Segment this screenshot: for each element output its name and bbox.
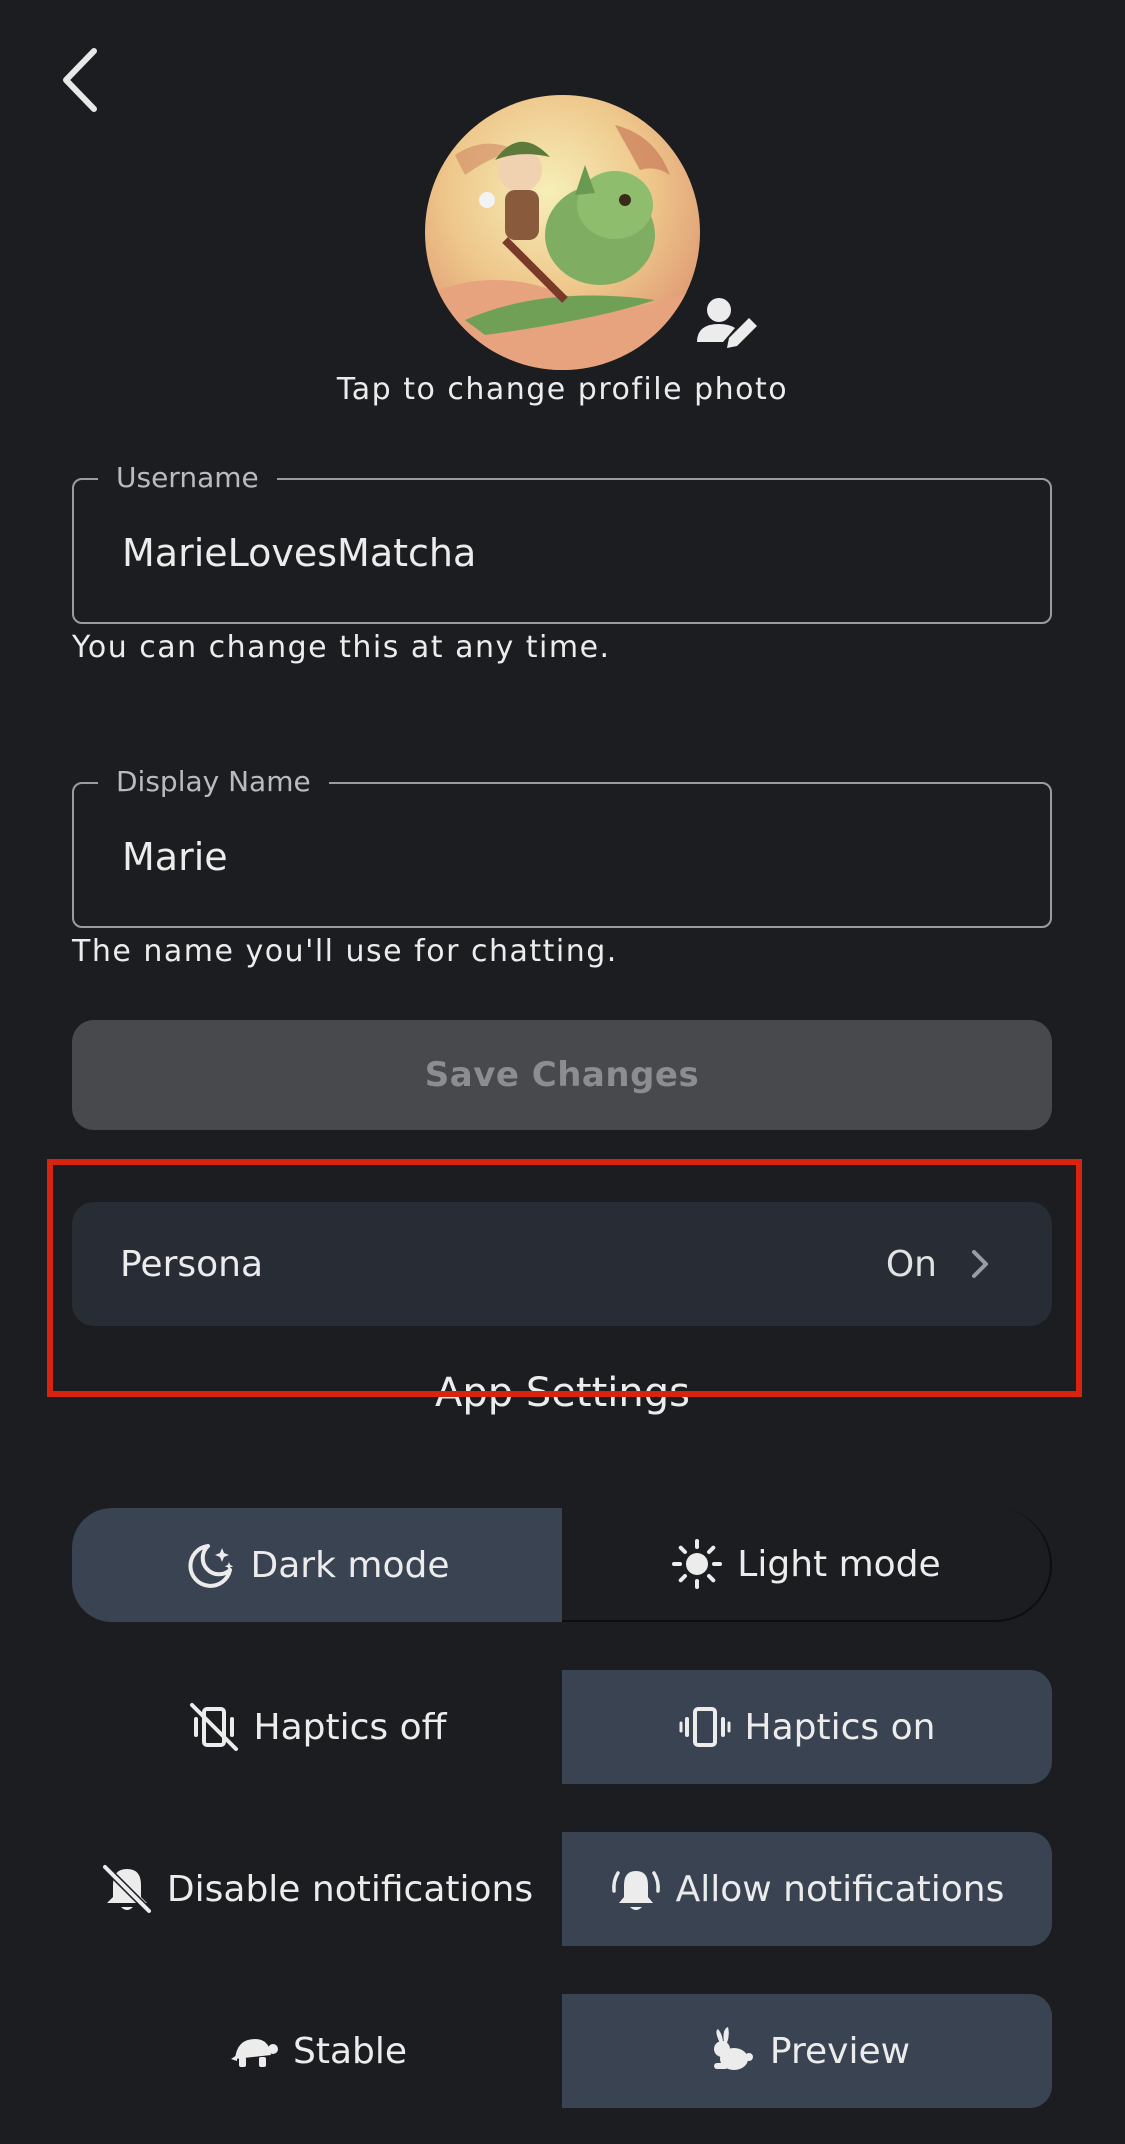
display-name-helper-text: The name you'll use for chatting. xyxy=(72,934,618,969)
bell-off-icon xyxy=(101,1863,153,1915)
rabbit-icon xyxy=(704,2025,756,2077)
highlight-annotation xyxy=(47,1159,1082,1397)
disable-notifications-label: Disable notifications xyxy=(166,1868,534,1910)
disable-notifications-option[interactable]: Disable notifications xyxy=(72,1832,562,1946)
username-field[interactable]: Username MarieLovesMatcha xyxy=(72,461,1052,626)
sun-icon xyxy=(671,1538,723,1590)
vibration-off-icon xyxy=(188,1701,240,1753)
preview-label: Preview xyxy=(769,2030,911,2072)
stable-option[interactable]: Stable xyxy=(72,1994,562,2108)
haptics-off-label: Haptics off xyxy=(253,1706,447,1748)
haptics-toggle[interactable]: Haptics off Haptics on xyxy=(72,1670,1052,1784)
vibration-icon xyxy=(679,1701,731,1753)
avatar[interactable] xyxy=(425,95,700,370)
light-mode-label: Light mode xyxy=(737,1543,941,1585)
haptics-on-label: Haptics on xyxy=(744,1706,936,1748)
back-button[interactable] xyxy=(50,40,110,120)
preview-option[interactable]: Preview xyxy=(562,1994,1052,2108)
theme-toggle[interactable]: Dark mode Light mode xyxy=(72,1508,1052,1622)
chevron-left-icon xyxy=(63,48,97,112)
turtle-icon xyxy=(227,2025,279,2077)
moon-stars-icon xyxy=(185,1539,237,1591)
allow-notifications-option[interactable]: Allow notifications xyxy=(562,1832,1052,1946)
haptics-on-option[interactable]: Haptics on xyxy=(562,1670,1052,1784)
save-changes-button[interactable]: Save Changes xyxy=(72,1020,1052,1130)
profile-photo-area[interactable] xyxy=(425,95,757,370)
dark-mode-option[interactable]: Dark mode xyxy=(72,1508,562,1622)
person-edit-icon[interactable] xyxy=(693,290,763,360)
notifications-toggle[interactable]: Disable notifications Allow notification… xyxy=(72,1832,1052,1946)
release-channel-toggle[interactable]: Stable Preview xyxy=(72,1994,1052,2108)
display-name-input[interactable]: Marie xyxy=(122,784,1030,930)
bell-ring-icon xyxy=(610,1863,662,1915)
allow-notifications-label: Allow notifications xyxy=(675,1868,1005,1910)
username-helper-text: You can change this at any time. xyxy=(72,630,611,665)
change-photo-hint: Tap to change profile photo xyxy=(336,372,789,407)
haptics-off-option[interactable]: Haptics off xyxy=(72,1670,562,1784)
display-name-field[interactable]: Display Name Marie xyxy=(72,765,1052,930)
username-input[interactable]: MarieLovesMatcha xyxy=(122,480,1030,626)
light-mode-option[interactable]: Light mode xyxy=(562,1508,1052,1622)
dark-mode-label: Dark mode xyxy=(250,1544,450,1586)
stable-label: Stable xyxy=(292,2030,408,2072)
